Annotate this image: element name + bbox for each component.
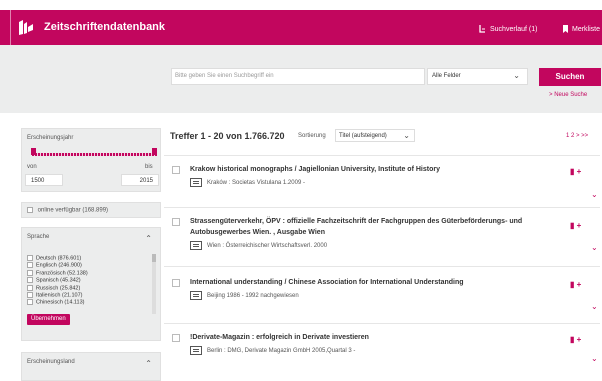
year-from-label: von bbox=[27, 164, 37, 170]
country-filter: Erscheinungsland ⌃ bbox=[21, 352, 161, 381]
year-to-label: bis bbox=[145, 164, 153, 170]
result-title[interactable]: Strassengüterverkehr, ÖPV : offizielle F… bbox=[190, 216, 570, 238]
add-to-merkliste-button[interactable]: ▮ + bbox=[570, 167, 581, 176]
checkbox[interactable] bbox=[27, 299, 33, 306]
sort-value: Titel (aufsteigend) bbox=[339, 133, 387, 139]
add-to-merkliste-button[interactable]: ▮ + bbox=[570, 280, 581, 289]
language-filter: Sprache ⌃ Deutsch (876.601) Englisch (24… bbox=[21, 227, 161, 341]
result-info: Berlin : DMG, Derivate Magazin GmbH 2005… bbox=[190, 346, 355, 355]
checkbox[interactable] bbox=[27, 291, 33, 298]
language-list: Deutsch (876.601) Englisch (246.900) Fra… bbox=[27, 255, 155, 307]
merkliste-label: Merkliste bbox=[572, 25, 601, 33]
year-slider[interactable] bbox=[32, 153, 157, 156]
result-checkbox[interactable] bbox=[172, 279, 180, 287]
add-to-merkliste-button[interactable]: ▮ + bbox=[570, 335, 581, 344]
journal-icon bbox=[190, 346, 202, 355]
add-to-merkliste-button[interactable]: ▮ + bbox=[570, 221, 581, 230]
merkliste-link[interactable]: Merkliste bbox=[563, 25, 600, 33]
top-bar: Zeitschriftendatenbank Suchverlauf (1) M… bbox=[0, 10, 602, 45]
search-field-select[interactable]: Alle Felder ⌄ bbox=[427, 68, 528, 85]
sort-label: Sortierung bbox=[298, 133, 326, 139]
online-checkbox[interactable] bbox=[27, 207, 33, 213]
list-item[interactable]: Französisch (52.138) bbox=[27, 269, 155, 277]
expand-chevron-icon[interactable]: ⌄ bbox=[591, 243, 598, 252]
result-checkbox[interactable] bbox=[172, 166, 180, 174]
result-title[interactable]: Krakow historical monographs / Jagiellon… bbox=[190, 164, 570, 175]
result-item: Krakow historical monographs / Jagiellon… bbox=[164, 155, 600, 205]
checkbox[interactable] bbox=[27, 255, 33, 261]
chevron-up-icon[interactable]: ⌃ bbox=[145, 359, 152, 368]
search-field-value: Alle Felder bbox=[432, 73, 461, 79]
search-button[interactable]: Suchen bbox=[539, 68, 601, 86]
result-title[interactable]: !Derivate-Magazin : erfolgreich in Deriv… bbox=[190, 332, 570, 343]
chevron-down-icon: ⌄ bbox=[403, 131, 410, 140]
result-info: Wien : Österreichischer Wirtschaftsverl.… bbox=[190, 241, 327, 250]
checkbox[interactable] bbox=[27, 262, 33, 269]
sort-select[interactable]: Titel (aufsteigend) ⌄ bbox=[335, 129, 415, 142]
new-search-label: Neue Suche bbox=[554, 92, 588, 98]
year-filter-title: Erscheinungsjahr bbox=[27, 135, 74, 141]
history-icon bbox=[479, 25, 485, 33]
result-title[interactable]: International understanding / Chinese As… bbox=[190, 277, 570, 288]
checkbox[interactable] bbox=[27, 269, 33, 276]
app-title: Zeitschriftendatenbank bbox=[44, 21, 166, 33]
year-filter: Erscheinungsjahr von bis 1500 2015 bbox=[21, 128, 161, 192]
list-item[interactable]: Italienisch (21.107) bbox=[27, 291, 155, 299]
chevron-up-icon[interactable]: ⌃ bbox=[145, 234, 152, 243]
online-filter[interactable]: online verfügbar (168.899) bbox=[21, 202, 161, 218]
language-scrollbar[interactable] bbox=[152, 254, 156, 314]
apply-button[interactable]: Übernehmen bbox=[27, 314, 70, 325]
result-checkbox[interactable] bbox=[172, 334, 180, 342]
search-history-link[interactable]: Suchverlauf (1) bbox=[479, 25, 537, 33]
results-summary: Treffer 1 - 20 von 1.766.720 bbox=[170, 131, 285, 141]
list-item[interactable]: Englisch (246.900) bbox=[27, 262, 155, 269]
new-search-link[interactable]: > Neue Suche bbox=[549, 92, 587, 98]
checkbox[interactable] bbox=[27, 284, 33, 291]
list-item[interactable]: Spanisch (45.342) bbox=[27, 277, 155, 284]
search-input[interactable]: Bitte geben Sie einen Suchbegriff ein bbox=[171, 68, 425, 85]
online-label: online verfügbar (168.899) bbox=[37, 207, 109, 214]
journal-icon bbox=[190, 291, 202, 300]
chevron-down-icon: ⌄ bbox=[513, 71, 520, 80]
result-item: International understanding / Chinese As… bbox=[164, 266, 600, 322]
year-to-input[interactable]: 2015 bbox=[121, 174, 159, 186]
result-info: Kraków : Societas Vistulana 1.2009 - bbox=[190, 178, 305, 187]
expand-chevron-icon[interactable]: ⌄ bbox=[591, 190, 598, 199]
language-filter-title: Sprache bbox=[27, 234, 50, 240]
list-item[interactable]: Chinesisch (14.113) bbox=[27, 299, 155, 306]
checkbox[interactable] bbox=[27, 277, 33, 284]
logo[interactable] bbox=[10, 10, 40, 45]
result-item: Strassengüterverkehr, ÖPV : offizielle F… bbox=[164, 207, 600, 265]
expand-chevron-icon[interactable]: ⌄ bbox=[591, 354, 598, 363]
journal-icon bbox=[190, 241, 202, 250]
pagination[interactable]: 1 2 > >> bbox=[566, 133, 588, 139]
zdb-logo-icon bbox=[19, 20, 33, 35]
list-item[interactable]: Deutsch (876.601) bbox=[27, 255, 155, 262]
year-from-input[interactable]: 1500 bbox=[25, 174, 63, 186]
list-item[interactable]: Russisch (25.842) bbox=[27, 284, 155, 292]
country-filter-title: Erscheinungsland bbox=[27, 359, 75, 365]
journal-icon bbox=[190, 178, 202, 187]
result-info: Beijing 1986 - 1992 nachgewiesen bbox=[190, 291, 299, 300]
year-slider-start-handle[interactable] bbox=[31, 148, 36, 155]
result-item: !Derivate-Magazin : erfolgreich in Deriv… bbox=[164, 323, 600, 381]
language-scrollbar-thumb[interactable] bbox=[152, 254, 156, 262]
bookmark-icon bbox=[563, 25, 568, 33]
result-checkbox[interactable] bbox=[172, 218, 180, 226]
search-history-label: Suchverlauf (1) bbox=[490, 25, 538, 33]
chevron-right-icon: > bbox=[549, 92, 553, 98]
year-slider-end-handle[interactable] bbox=[152, 148, 157, 155]
expand-chevron-icon[interactable]: ⌄ bbox=[591, 302, 598, 311]
